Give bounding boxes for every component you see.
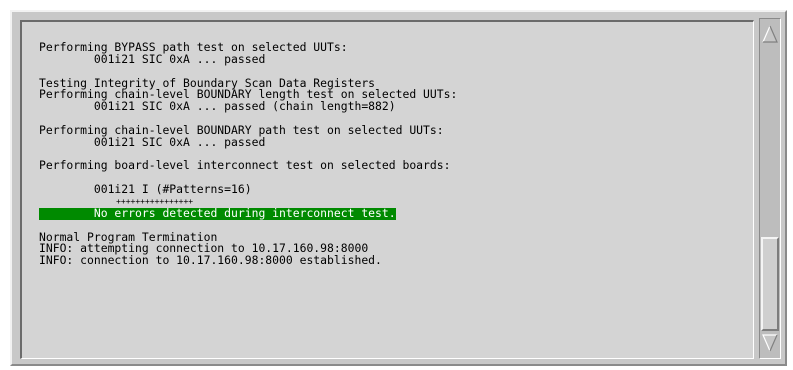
log-line: 001i21 I (#Patterns=16)	[39, 182, 252, 197]
vertical-scrollbar[interactable]	[759, 18, 781, 359]
up-arrow-icon	[762, 25, 778, 43]
console-log: Performing BYPASS path test on selected …	[39, 41, 457, 268]
scroll-down-button[interactable]	[761, 332, 779, 354]
log-line: 001i21 SIC 0xA ... passed	[39, 134, 266, 149]
log-line: Performing board-level interconnect test…	[39, 158, 451, 173]
log-line: INFO: connection to 10.17.160.98:8000 es…	[39, 253, 382, 268]
success-message: No errors detected during interconnect t…	[39, 205, 396, 220]
console-window: Performing BYPASS path test on selected …	[10, 10, 787, 366]
scroll-up-button[interactable]	[761, 23, 779, 45]
scroll-thumb[interactable]	[761, 237, 779, 331]
console-output[interactable]: Performing BYPASS path test on selected …	[20, 20, 754, 359]
down-arrow-icon	[762, 334, 778, 352]
log-line: 001i21 SIC 0xA ... passed (chain length=…	[39, 99, 396, 114]
log-line-highlighted: No errors detected during interconnect t…	[39, 205, 457, 220]
log-line: 001i21 SIC 0xA ... passed	[39, 51, 266, 66]
